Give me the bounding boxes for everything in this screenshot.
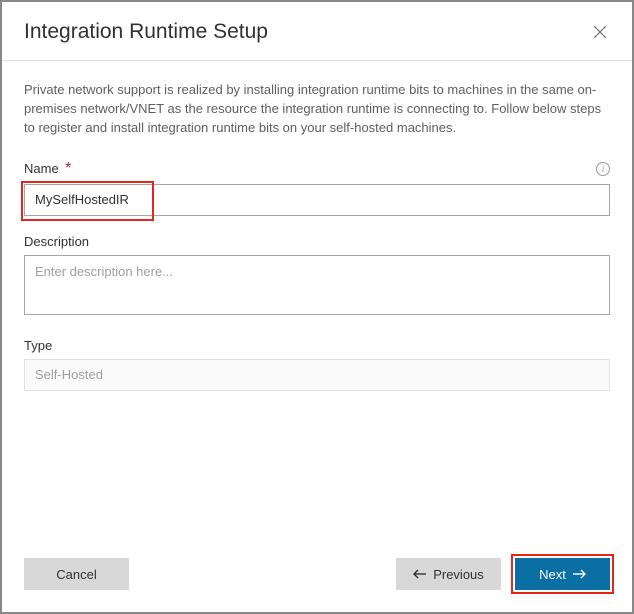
previous-label: Previous — [433, 567, 484, 582]
type-field-group: Type Self-Hosted — [24, 338, 610, 391]
type-input: Self-Hosted — [24, 359, 610, 391]
arrow-right-icon — [572, 567, 586, 582]
type-value: Self-Hosted — [35, 367, 103, 382]
description-label: Description — [24, 234, 89, 249]
cancel-button[interactable]: Cancel — [24, 558, 129, 590]
next-button[interactable]: Next — [515, 558, 610, 590]
intro-text: Private network support is realized by i… — [24, 81, 610, 138]
description-field-group: Description — [24, 234, 610, 320]
dialog-header: Integration Runtime Setup — [2, 2, 632, 60]
close-button[interactable] — [590, 22, 610, 42]
name-input[interactable] — [24, 184, 610, 216]
previous-button[interactable]: Previous — [396, 558, 501, 590]
type-label: Type — [24, 338, 52, 353]
dialog-footer: Cancel Previous Next — [2, 558, 632, 612]
arrow-left-icon — [413, 567, 427, 582]
name-label: Name — [24, 161, 59, 176]
name-field-group: Name * i — [24, 160, 610, 216]
dialog-content: Private network support is realized by i… — [2, 61, 632, 558]
cancel-label: Cancel — [56, 567, 96, 582]
required-asterisk: * — [65, 160, 71, 177]
description-input[interactable] — [24, 255, 610, 315]
close-icon — [593, 25, 607, 39]
dialog-title: Integration Runtime Setup — [24, 20, 268, 44]
next-label: Next — [539, 567, 566, 582]
info-icon[interactable]: i — [596, 162, 610, 176]
